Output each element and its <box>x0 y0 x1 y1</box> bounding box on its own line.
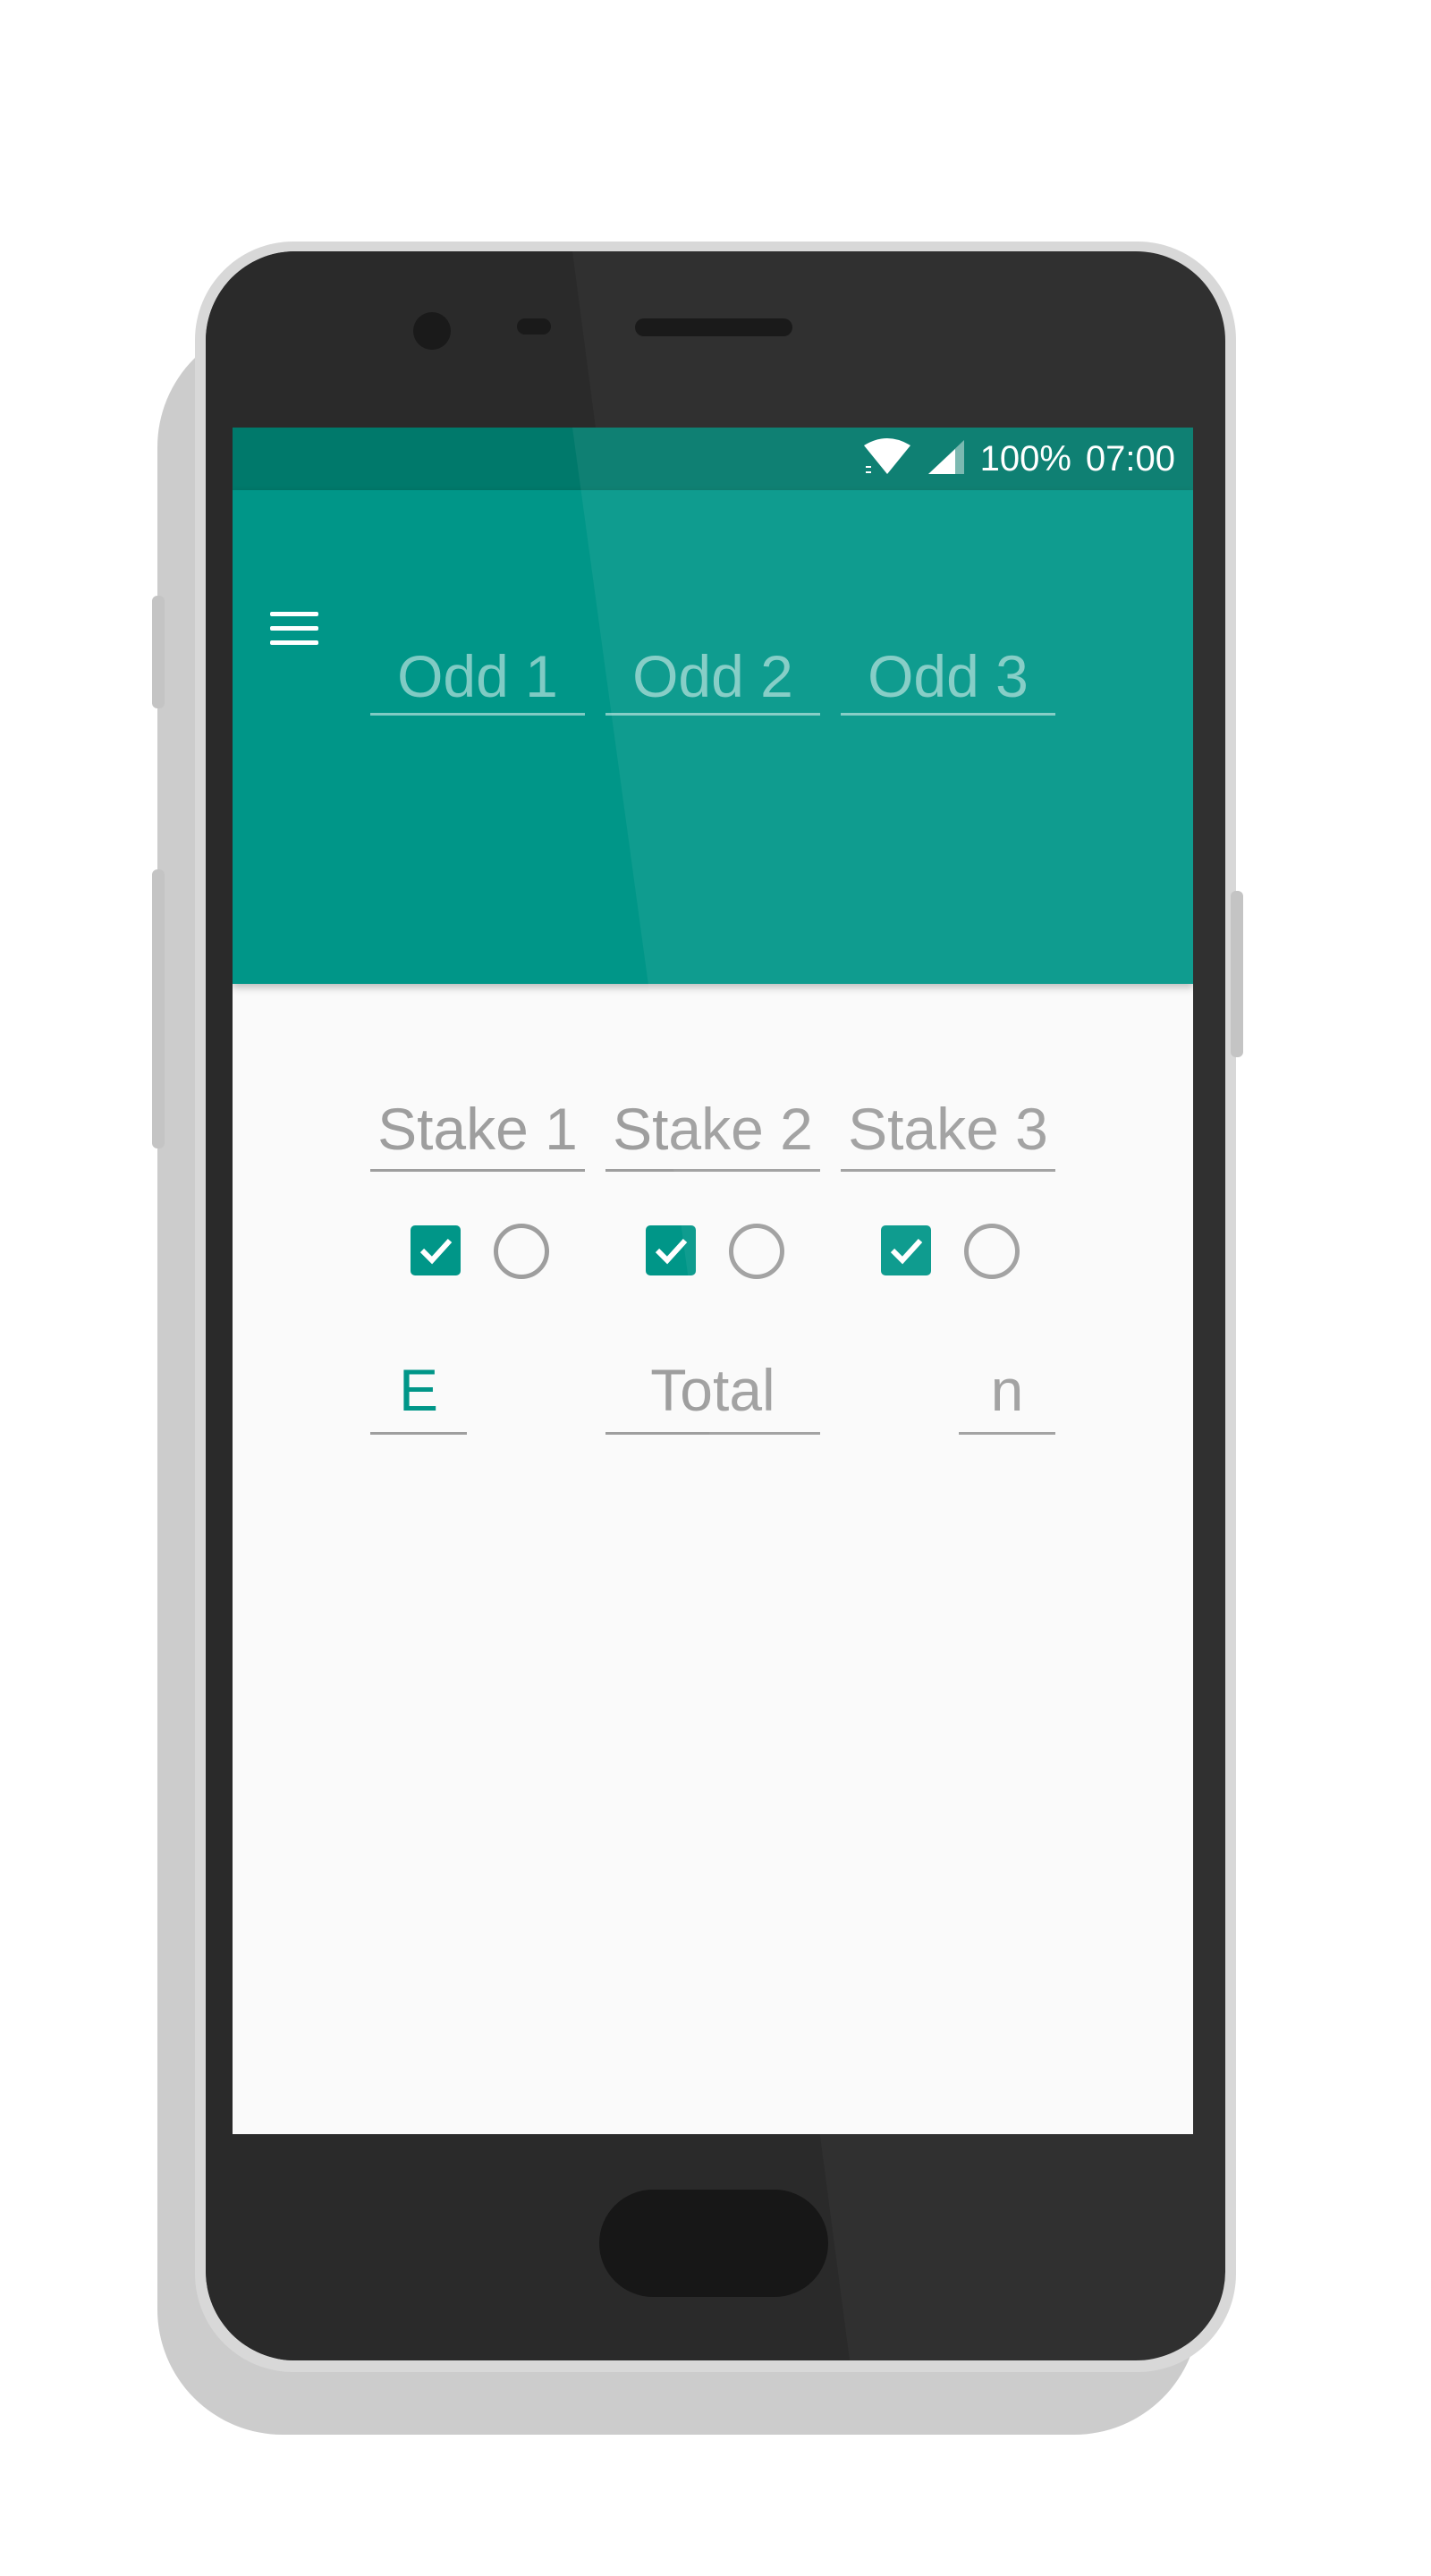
total-input[interactable]: Total <box>605 1354 820 1435</box>
signal-icon <box>927 438 966 480</box>
check-icon <box>419 1238 453 1265</box>
power-button <box>1231 891 1243 1057</box>
status-icons: 100% 07:00 <box>862 428 1175 490</box>
odd-1-input[interactable]: Odd 1 <box>370 640 585 716</box>
wifi-icon <box>862 436 912 482</box>
check-icon <box>655 1238 688 1265</box>
device-mockup: 100% 07:00 Odd 1 Odd 2 Odd 3 Stake 1 Sta… <box>0 0 1431 2576</box>
stake-3-radio[interactable] <box>964 1224 1020 1279</box>
stake-3-input[interactable]: Stake 3 <box>841 1093 1055 1172</box>
battery-percent: 100% <box>979 438 1071 479</box>
earpiece-speaker <box>635 318 792 336</box>
home-button <box>599 2190 828 2297</box>
app-screen: 100% 07:00 Odd 1 Odd 2 Odd 3 Stake 1 Sta… <box>233 428 1193 2134</box>
check-icon <box>890 1238 923 1265</box>
stake-2-checkbox[interactable] <box>646 1225 696 1275</box>
stake-1-checkbox[interactable] <box>411 1225 461 1275</box>
odd-3-input[interactable]: Odd 3 <box>841 640 1055 716</box>
status-bar: 100% 07:00 <box>233 428 1193 490</box>
stake-2-input[interactable]: Stake 2 <box>605 1093 820 1172</box>
status-time: 07:00 <box>1085 438 1175 479</box>
result-left-input[interactable]: E <box>370 1354 467 1435</box>
stake-1-radio[interactable] <box>494 1224 549 1279</box>
stake-3-checkbox[interactable] <box>881 1225 931 1275</box>
volume-button <box>152 869 165 1148</box>
menu-icon[interactable] <box>268 606 322 653</box>
stake-2-radio[interactable] <box>729 1224 784 1279</box>
app-header: Odd 1 Odd 2 Odd 3 <box>233 490 1193 984</box>
result-right-input[interactable]: n <box>959 1354 1055 1435</box>
proximity-sensor <box>517 318 551 335</box>
odd-2-input[interactable]: Odd 2 <box>605 640 820 716</box>
front-camera <box>413 312 451 350</box>
stake-1-input[interactable]: Stake 1 <box>370 1093 585 1172</box>
volume-button <box>152 596 165 708</box>
